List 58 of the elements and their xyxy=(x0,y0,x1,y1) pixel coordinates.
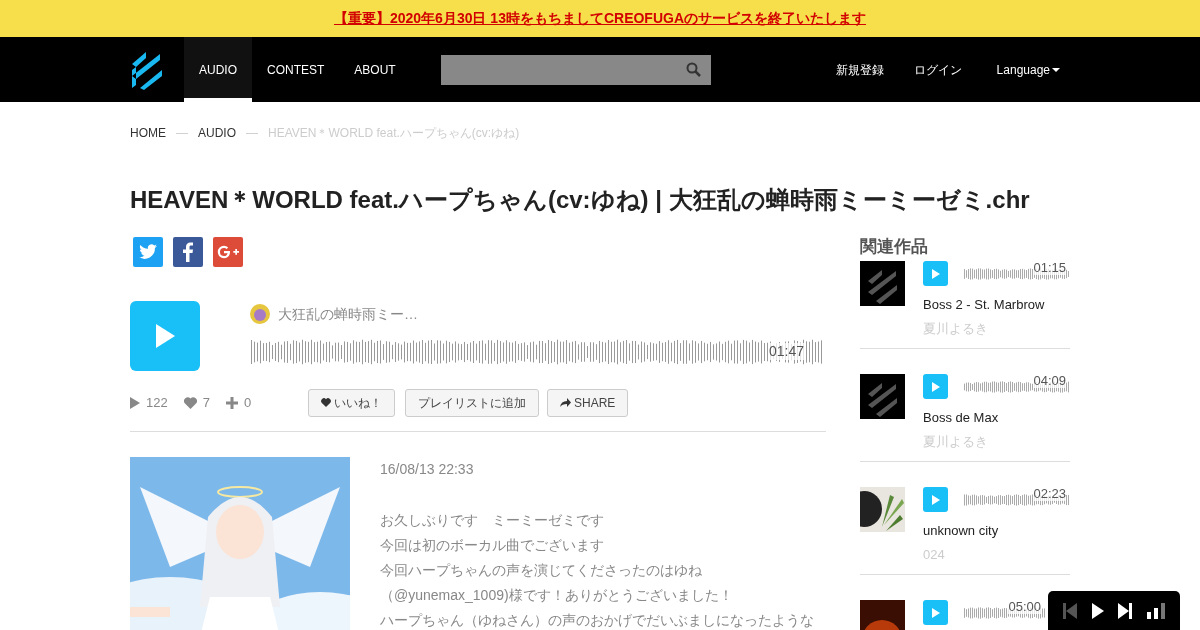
thumbnail-logo-icon[interactable] xyxy=(860,261,905,307)
play-icon xyxy=(931,268,940,279)
description-line: ハープちゃん（ゆねさん）の声のおかげでだいぶましになったような xyxy=(380,610,814,630)
track-title[interactable]: Boss de Max xyxy=(923,408,1070,428)
description-line: （@yunemax_1009)様です！ありがとうございました！ xyxy=(380,585,734,605)
track-title[interactable]: unknown city xyxy=(923,521,1070,541)
duration: 01:47 xyxy=(768,342,804,360)
share-button[interactable]: SHARE xyxy=(547,388,629,417)
play-icon xyxy=(931,381,940,392)
google-plus-icon[interactable] xyxy=(213,236,243,267)
breadcrumb-link[interactable]: HOME xyxy=(130,124,166,172)
logo-icon[interactable] xyxy=(130,49,164,90)
play-icon[interactable] xyxy=(1091,602,1104,619)
nav-tab[interactable]: ABOUT xyxy=(339,37,411,102)
duration: 04:09 xyxy=(1033,373,1066,389)
thumbnail-logo-icon[interactable] xyxy=(860,374,905,420)
play-icon xyxy=(154,322,176,349)
breadcrumb-link[interactable]: AUDIO xyxy=(198,124,236,172)
breadcrumb-separator: — xyxy=(176,125,188,142)
nav-tab[interactable]: AUDIO xyxy=(184,37,252,102)
description-line: お久しぶりです ミーミーゼミです xyxy=(380,510,605,530)
waveform[interactable] xyxy=(250,338,822,365)
description-line: 今回は初のボーカル曲でございます xyxy=(380,535,605,555)
nav-link[interactable]: ログイン xyxy=(913,37,962,102)
add-to-playlist-button[interactable]: プレイリストに追加 xyxy=(405,388,539,417)
language-dropdown[interactable]: Language xyxy=(996,37,1060,102)
breadcrumb-separator: — xyxy=(246,125,258,142)
section-heading: 関連作品 xyxy=(860,236,929,258)
twitter-icon[interactable] xyxy=(133,236,163,267)
next-icon[interactable] xyxy=(1118,602,1133,619)
avatar xyxy=(250,304,270,325)
nav-link[interactable]: 新規登録 xyxy=(835,37,884,102)
play-icon xyxy=(931,607,940,618)
search-icon[interactable] xyxy=(685,62,701,77)
like-button[interactable]: いいね！ xyxy=(308,388,395,417)
play-count: 122 xyxy=(146,394,168,413)
volume-bars-icon[interactable] xyxy=(1146,602,1165,619)
track-title[interactable]: Boss 2 - St. Marbrow xyxy=(923,295,1070,315)
nav-tab[interactable]: CONTEST xyxy=(252,37,340,102)
heart-icon xyxy=(321,398,331,408)
plus-icon xyxy=(225,396,238,409)
description-line: 今回ハープちゃんの声を演じてくださったのはゆね xyxy=(380,560,703,580)
previous-icon[interactable] xyxy=(1063,602,1078,619)
duration: 01:15 xyxy=(1033,260,1066,276)
search-field[interactable] xyxy=(440,54,711,85)
duration: 02:23 xyxy=(1033,486,1066,502)
facebook-icon[interactable] xyxy=(173,236,203,267)
play-icon xyxy=(130,396,140,409)
heart-icon xyxy=(183,396,197,409)
like-count: 7 xyxy=(202,394,210,413)
artist-name[interactable]: 大狂乱の蝉時雨ミー… xyxy=(278,303,418,325)
add-count: 0 xyxy=(243,394,252,413)
duration: 05:00 xyxy=(1008,599,1041,615)
page-title: HEAVEN＊WORLD feat.ハープちゃん(cv:ゆね) | 大狂乱の蝉時雨ミーミーゼミ.chr xyxy=(130,186,1031,215)
play-icon xyxy=(931,494,940,505)
post-date: 16/08/13 22:33 xyxy=(380,459,475,479)
caret-icon xyxy=(1052,67,1060,72)
share-arrow-icon xyxy=(560,398,571,408)
